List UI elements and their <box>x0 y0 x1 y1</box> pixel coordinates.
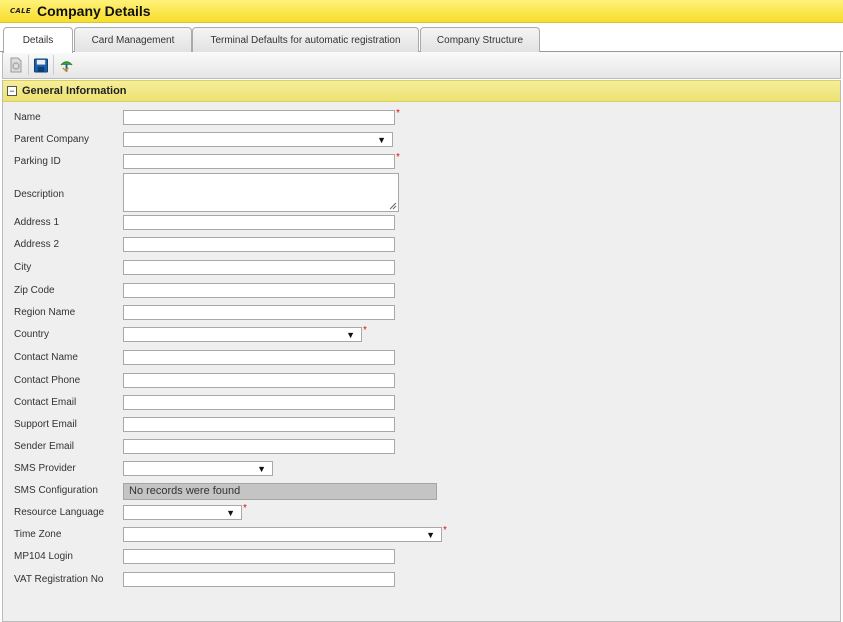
new-button[interactable] <box>9 55 29 75</box>
contact-phone-label: Contact Phone <box>14 375 81 386</box>
sms-config-label: SMS Configuration <box>14 485 98 496</box>
chevron-down-icon: ▼ <box>346 329 355 340</box>
contact-name-row: Contact Name <box>3 350 840 366</box>
tab-label: Card Management <box>91 34 175 46</box>
collapse-icon[interactable]: − <box>7 86 17 96</box>
zip-label: Zip Code <box>14 285 55 296</box>
cale-logo: CALE <box>10 7 31 15</box>
region-label: Region Name <box>14 307 76 318</box>
title-bar: CALE Company Details <box>0 0 843 23</box>
tab-terminal-defaults[interactable]: Terminal Defaults for automatic registra… <box>192 27 419 52</box>
zip-input[interactable] <box>123 283 395 298</box>
tab-label: Company Structure <box>436 34 524 46</box>
zip-row: Zip Code <box>3 283 840 299</box>
parent-company-select[interactable]: ▼ <box>123 132 393 147</box>
city-label: City <box>14 262 32 273</box>
tab-company-structure[interactable]: Company Structure <box>420 27 540 52</box>
tab-label: Details <box>22 35 54 46</box>
vat-row: VAT Registration No <box>3 572 840 588</box>
description-label: Description <box>14 189 65 200</box>
main-panel: − General Information Name * Parent Comp… <box>2 80 841 622</box>
support-email-input[interactable] <box>123 417 395 432</box>
contact-email-label: Contact Email <box>14 397 77 408</box>
sms-provider-label: SMS Provider <box>14 463 76 474</box>
region-input[interactable] <box>123 305 395 320</box>
description-row: Description <box>3 173 840 213</box>
vat-label: VAT Registration No <box>14 574 104 585</box>
support-email-row: Support Email <box>3 417 840 433</box>
mp104-login-label: MP104 Login <box>14 551 73 562</box>
chevron-down-icon: ▼ <box>377 134 386 145</box>
save-icon <box>34 58 48 72</box>
address2-input[interactable] <box>123 237 395 252</box>
required-marker: * <box>396 152 400 163</box>
required-marker: * <box>396 108 400 119</box>
tab-details[interactable]: Details <box>3 27 73 53</box>
toolbar <box>2 52 841 79</box>
address1-row: Address 1 <box>3 215 840 231</box>
resource-language-row: Resource Language ▼ * <box>3 503 840 521</box>
name-label: Name <box>14 112 41 123</box>
address2-label: Address 2 <box>14 239 60 250</box>
city-input[interactable] <box>123 260 395 275</box>
name-input[interactable] <box>123 110 395 125</box>
contact-phone-input[interactable] <box>123 373 395 388</box>
required-marker: * <box>243 503 247 514</box>
contact-email-row: Contact Email <box>3 395 840 411</box>
description-textarea[interactable] <box>123 173 399 212</box>
required-marker: * <box>363 325 367 336</box>
sms-config-grid: No records were found <box>123 483 437 500</box>
time-zone-select[interactable]: ▼ <box>123 527 442 542</box>
structure-button[interactable] <box>59 55 79 75</box>
sender-email-input[interactable] <box>123 439 395 454</box>
chevron-down-icon: ▼ <box>426 529 435 540</box>
save-button[interactable] <box>34 55 54 75</box>
contact-name-input[interactable] <box>123 350 395 365</box>
contact-name-label: Contact Name <box>14 352 78 363</box>
address2-row: Address 2 <box>3 237 840 253</box>
required-marker: * <box>443 525 447 536</box>
sender-email-label: Sender Email <box>14 441 75 452</box>
chevron-down-icon: ▼ <box>257 463 266 474</box>
structure-icon <box>60 60 73 72</box>
contact-phone-row: Contact Phone <box>3 373 840 389</box>
parking-id-row: Parking ID * <box>3 152 840 170</box>
sms-config-row: SMS Configuration No records were found <box>3 483 840 501</box>
vat-input[interactable] <box>123 572 395 587</box>
parking-id-input[interactable] <box>123 154 395 169</box>
resize-grip-icon[interactable] <box>389 202 397 210</box>
tab-strip: Details Card Management Terminal Default… <box>0 24 843 53</box>
time-zone-label: Time Zone <box>14 529 62 540</box>
tab-label: Terminal Defaults for automatic registra… <box>210 34 401 46</box>
parent-company-row: Parent Company ▼ <box>3 132 840 148</box>
country-select[interactable]: ▼ <box>123 327 362 342</box>
address1-input[interactable] <box>123 215 395 230</box>
name-row: Name * <box>3 108 840 126</box>
sms-provider-select[interactable]: ▼ <box>123 461 273 476</box>
section-header: − General Information <box>3 80 840 102</box>
new-icon <box>10 57 22 73</box>
resource-language-label: Resource Language <box>14 507 105 518</box>
parent-company-label: Parent Company <box>14 134 90 145</box>
city-row: City <box>3 260 840 276</box>
tab-card-management[interactable]: Card Management <box>74 27 192 52</box>
parking-id-label: Parking ID <box>14 156 61 167</box>
contact-email-input[interactable] <box>123 395 395 410</box>
support-email-label: Support Email <box>14 419 77 430</box>
country-label: Country <box>14 329 50 340</box>
region-row: Region Name <box>3 305 840 321</box>
time-zone-row: Time Zone ▼ * <box>3 525 840 543</box>
section-title: General Information <box>22 85 127 97</box>
address1-label: Address 1 <box>14 217 60 228</box>
page-title: Company Details <box>37 3 151 19</box>
chevron-down-icon: ▼ <box>226 507 235 518</box>
country-row: Country ▼ * <box>3 325 840 343</box>
mp104-login-input[interactable] <box>123 549 395 564</box>
resource-language-select[interactable]: ▼ <box>123 505 242 520</box>
sms-provider-row: SMS Provider ▼ <box>3 461 840 477</box>
sender-email-row: Sender Email <box>3 439 840 455</box>
mp104-login-row: MP104 Login <box>3 549 840 565</box>
